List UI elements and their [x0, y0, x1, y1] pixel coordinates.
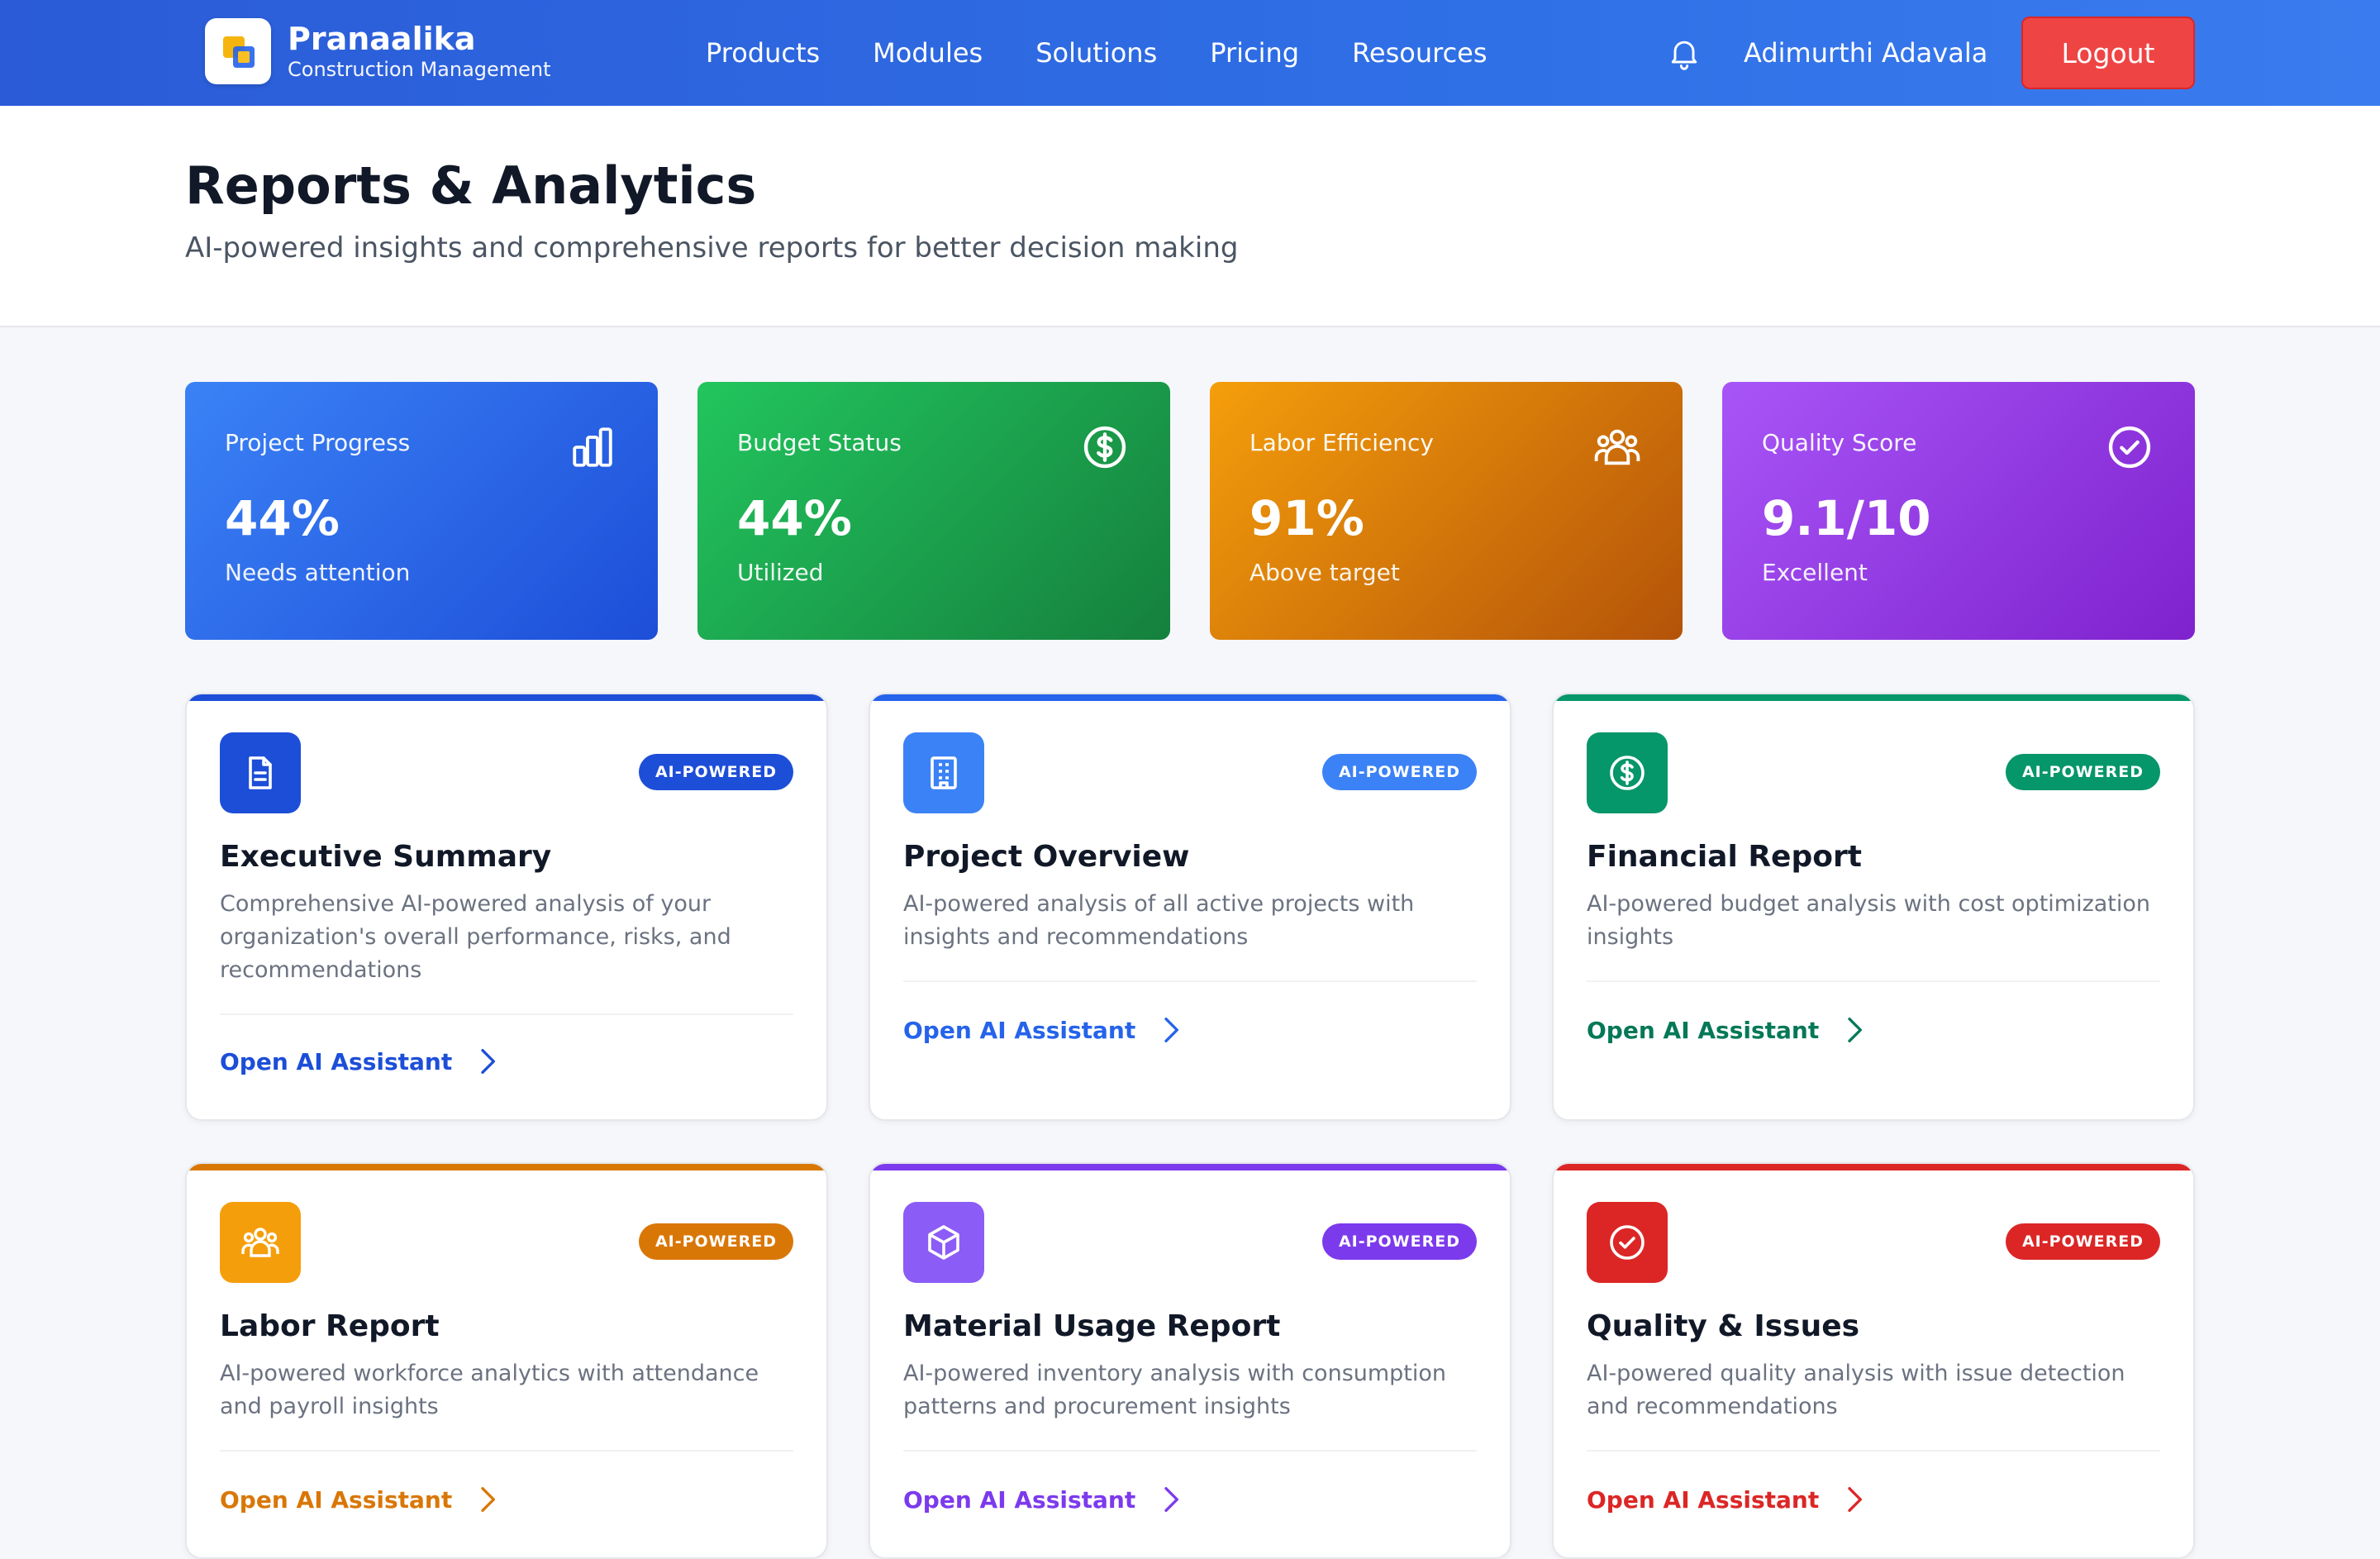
report-card-labor-report: AI-POWERED Labor Report AI-powered workf…	[185, 1162, 828, 1559]
users-icon	[1594, 429, 1640, 465]
users-icon	[220, 1202, 301, 1283]
brand[interactable]: Pranaalika Construction Management	[205, 18, 551, 84]
report-card-executive-summary: AI-POWERED Executive Summary Comprehensi…	[185, 693, 828, 1121]
stat-label: Quality Score	[1762, 429, 1917, 456]
stat-value: 9.1/10	[1762, 490, 1931, 546]
dollar-circle-icon	[1083, 426, 1126, 469]
card-title: Financial Report	[1587, 840, 1862, 874]
open-ai-assistant-link[interactable]: Open AI Assistant	[903, 1483, 1187, 1516]
open-ai-assistant-link[interactable]: Open AI Assistant	[220, 1483, 503, 1516]
chevron-right-icon	[1848, 1018, 1863, 1042]
page-header: Reports & Analytics AI-powered insights …	[0, 106, 2380, 327]
stat-card-labor-efficiency: Labor Efficiency 91% Above target	[1210, 382, 1683, 640]
chevron-right-icon	[1848, 1487, 1863, 1512]
card-description: AI-powered quality analysis with issue d…	[1587, 1361, 2125, 1419]
stat-card-budget-status: Budget Status 44% Utilized	[697, 382, 1170, 640]
stat-label: Budget Status	[737, 429, 902, 456]
card-description: AI-powered budget analysis with cost opt…	[1587, 891, 2151, 950]
brand-name: Pranaalika	[288, 21, 476, 57]
stat-value: 91%	[1250, 490, 1364, 546]
stat-label: Labor Efficiency	[1250, 429, 1434, 456]
stat-note: Excellent	[1762, 559, 1868, 586]
card-description: AI-powered workforce analytics with atte…	[220, 1361, 759, 1419]
page-subtitle: AI-powered insights and comprehensive re…	[185, 231, 1239, 265]
chevron-right-icon	[481, 1049, 496, 1074]
chevron-right-icon	[481, 1487, 496, 1512]
bar-chart-icon	[573, 427, 612, 467]
open-ai-assistant-link[interactable]: Open AI Assistant	[1587, 1013, 1870, 1046]
nav-solutions[interactable]: Solutions	[1035, 33, 1157, 73]
stat-card-project-progress: Project Progress 44% Needs attention	[185, 382, 658, 640]
link-label: Open AI Assistant	[220, 1047, 453, 1075]
card-title: Quality & Issues	[1587, 1309, 1860, 1343]
ai-powered-badge: AI-POWERED	[638, 1223, 793, 1260]
link-label: Open AI Assistant	[1587, 1485, 1820, 1514]
card-title: Project Overview	[903, 840, 1190, 874]
document-icon	[220, 732, 301, 813]
link-label: Open AI Assistant	[903, 1485, 1136, 1514]
nav-pricing[interactable]: Pricing	[1210, 33, 1299, 73]
card-description: Comprehensive AI-powered analysis of you…	[220, 891, 731, 983]
stat-note: Needs attention	[225, 559, 411, 586]
box-icon	[903, 1202, 984, 1283]
open-ai-assistant-link[interactable]: Open AI Assistant	[220, 1045, 503, 1078]
brand-subtitle: Construction Management	[288, 58, 551, 81]
nav-resources[interactable]: Resources	[1352, 33, 1487, 73]
top-navbar: Pranaalika Construction Management Produ…	[0, 0, 2380, 106]
stat-note: Above target	[1250, 559, 1400, 586]
ai-powered-badge: AI-POWERED	[2005, 1223, 2160, 1260]
stat-value: 44%	[737, 490, 852, 546]
stat-card-quality-score: Quality Score 9.1/10 Excellent	[1722, 382, 2195, 640]
open-ai-assistant-link[interactable]: Open AI Assistant	[903, 1013, 1187, 1046]
main-nav: Products Modules Solutions Pricing Resou…	[706, 33, 1488, 73]
ai-powered-badge: AI-POWERED	[1321, 754, 1477, 790]
page-title: Reports & Analytics	[185, 155, 757, 216]
card-description: AI-powered analysis of all active projec…	[903, 891, 1415, 950]
card-description: AI-powered inventory analysis with consu…	[903, 1361, 1447, 1419]
report-card-financial-report: AI-POWERED Financial Report AI-powered b…	[1552, 693, 2195, 1121]
check-circle-icon	[2108, 426, 2151, 469]
card-title: Labor Report	[220, 1309, 440, 1343]
bell-icon[interactable]	[1666, 35, 1702, 71]
user-name[interactable]: Adimurthi Adavala	[1744, 33, 1987, 73]
chevron-right-icon	[1164, 1018, 1179, 1042]
link-label: Open AI Assistant	[1587, 1016, 1820, 1044]
report-card-material-usage: AI-POWERED Material Usage Report AI-powe…	[869, 1162, 1511, 1559]
link-label: Open AI Assistant	[220, 1485, 453, 1514]
card-title: Executive Summary	[220, 840, 552, 874]
stat-label: Project Progress	[225, 429, 411, 456]
ai-powered-badge: AI-POWERED	[2005, 754, 2160, 790]
card-title: Material Usage Report	[903, 1309, 1281, 1343]
ai-powered-badge: AI-POWERED	[1321, 1223, 1477, 1260]
nav-products[interactable]: Products	[706, 33, 820, 73]
open-ai-assistant-link[interactable]: Open AI Assistant	[1587, 1483, 1870, 1516]
brand-logo-icon	[205, 18, 271, 84]
report-card-project-overview: AI-POWERED Project Overview AI-powered a…	[869, 693, 1511, 1121]
logout-button[interactable]: Logout	[2021, 17, 2195, 89]
report-card-quality-issues: AI-POWERED Quality & Issues AI-powered q…	[1552, 1162, 2195, 1559]
stat-value: 44%	[225, 490, 340, 546]
check-circle-icon	[1587, 1202, 1668, 1283]
ai-powered-badge: AI-POWERED	[638, 754, 793, 790]
building-icon	[903, 732, 984, 813]
stat-note: Utilized	[737, 559, 824, 586]
link-label: Open AI Assistant	[903, 1016, 1136, 1044]
dollar-circle-icon	[1587, 732, 1668, 813]
chevron-right-icon	[1164, 1487, 1179, 1512]
nav-modules[interactable]: Modules	[873, 33, 983, 73]
